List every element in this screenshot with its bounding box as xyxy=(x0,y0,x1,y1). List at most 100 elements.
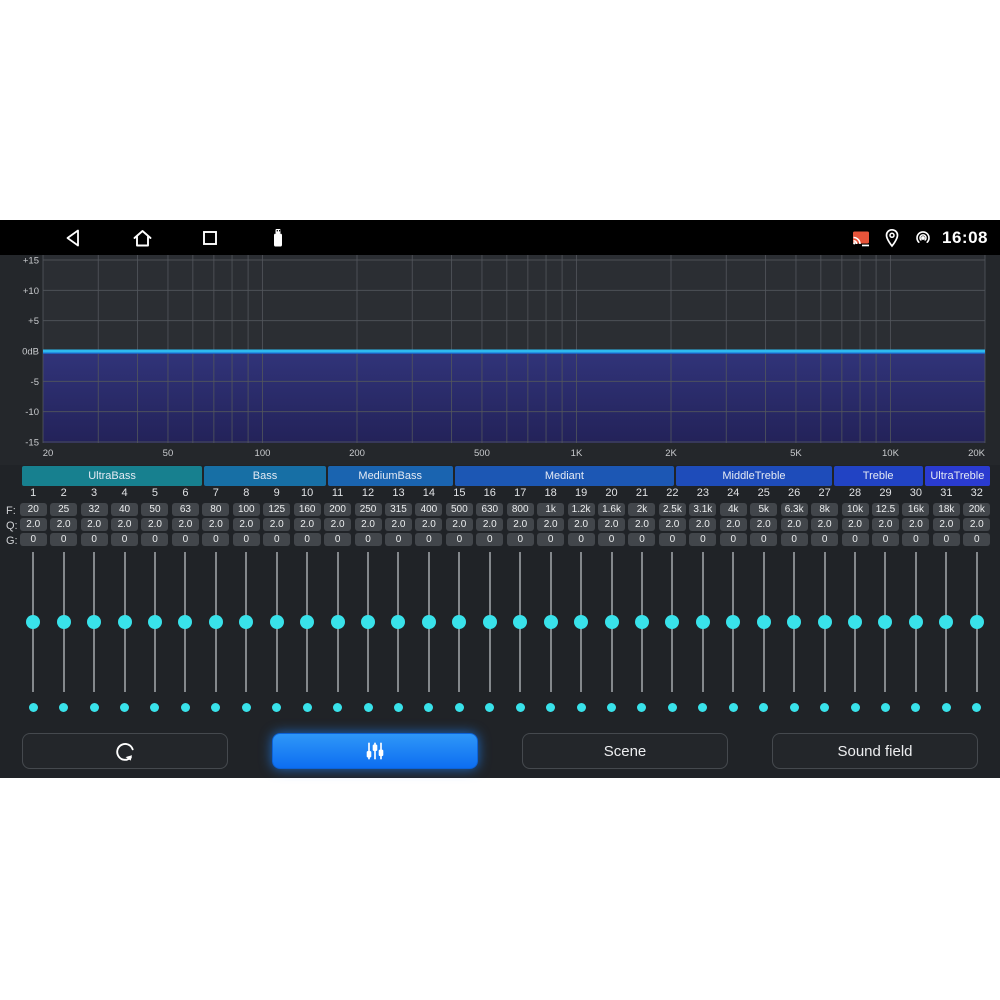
gain-slider[interactable] xyxy=(809,552,839,692)
freq-value-chip[interactable]: 630 xyxy=(476,503,503,516)
slider-knob[interactable] xyxy=(483,615,497,629)
q-value-chip[interactable]: 2.0 xyxy=(750,518,777,531)
gain-slider[interactable] xyxy=(535,552,565,692)
slider-knob[interactable] xyxy=(391,615,405,629)
band-segment-ultratreble[interactable]: UltraTreble xyxy=(925,466,990,486)
q-value-chip[interactable]: 2.0 xyxy=(598,518,625,531)
q-value-chip[interactable]: 2.0 xyxy=(628,518,655,531)
slider-knob[interactable] xyxy=(239,615,253,629)
q-value-chip[interactable]: 2.0 xyxy=(933,518,960,531)
slider-knob[interactable] xyxy=(939,615,953,629)
gain-slider[interactable] xyxy=(444,552,474,692)
slider-knob[interactable] xyxy=(300,615,314,629)
slider-knob[interactable] xyxy=(696,615,710,629)
gain-slider[interactable] xyxy=(749,552,779,692)
band-segment-mediumbass[interactable]: MediumBass xyxy=(328,466,453,486)
gain-slider[interactable] xyxy=(627,552,657,692)
q-value-chip[interactable]: 2.0 xyxy=(720,518,747,531)
gain-value-chip[interactable]: 0 xyxy=(385,533,412,546)
gain-value-chip[interactable]: 0 xyxy=(902,533,929,546)
slider-knob[interactable] xyxy=(726,615,740,629)
gain-slider[interactable] xyxy=(657,552,687,692)
gain-slider[interactable] xyxy=(566,552,596,692)
slider-knob[interactable] xyxy=(970,615,984,629)
slider-knob[interactable] xyxy=(118,615,132,629)
slider-knob[interactable] xyxy=(26,615,40,629)
sound-field-button[interactable]: Sound field xyxy=(772,733,978,769)
freq-value-chip[interactable]: 250 xyxy=(355,503,382,516)
freq-value-chip[interactable]: 18k xyxy=(933,503,960,516)
eq-button[interactable] xyxy=(272,733,478,769)
q-value-chip[interactable]: 2.0 xyxy=(294,518,321,531)
gain-value-chip[interactable]: 0 xyxy=(568,533,595,546)
freq-value-chip[interactable]: 63 xyxy=(172,503,199,516)
gain-value-chip[interactable]: 0 xyxy=(689,533,716,546)
slider-knob[interactable] xyxy=(452,615,466,629)
slider-knob[interactable] xyxy=(818,615,832,629)
freq-value-chip[interactable]: 40 xyxy=(111,503,138,516)
gain-slider[interactable] xyxy=(48,552,78,692)
gain-value-chip[interactable]: 0 xyxy=(141,533,168,546)
gain-value-chip[interactable]: 0 xyxy=(598,533,625,546)
q-value-chip[interactable]: 2.0 xyxy=(537,518,564,531)
q-value-chip[interactable]: 2.0 xyxy=(415,518,442,531)
gain-slider[interactable] xyxy=(231,552,261,692)
gain-slider[interactable] xyxy=(688,552,718,692)
slider-knob[interactable] xyxy=(209,615,223,629)
gain-value-chip[interactable]: 0 xyxy=(294,533,321,546)
gain-value-chip[interactable]: 0 xyxy=(628,533,655,546)
freq-value-chip[interactable]: 25 xyxy=(50,503,77,516)
q-value-chip[interactable]: 2.0 xyxy=(507,518,534,531)
q-value-chip[interactable]: 2.0 xyxy=(20,518,47,531)
freq-value-chip[interactable]: 10k xyxy=(842,503,869,516)
q-value-chip[interactable]: 2.0 xyxy=(476,518,503,531)
gain-slider[interactable] xyxy=(718,552,748,692)
q-value-chip[interactable]: 2.0 xyxy=(689,518,716,531)
freq-value-chip[interactable]: 5k xyxy=(750,503,777,516)
slider-knob[interactable] xyxy=(422,615,436,629)
slider-knob[interactable] xyxy=(148,615,162,629)
gain-slider[interactable] xyxy=(292,552,322,692)
slider-knob[interactable] xyxy=(574,615,588,629)
scene-button[interactable]: Scene xyxy=(522,733,728,769)
gain-value-chip[interactable]: 0 xyxy=(172,533,199,546)
gain-value-chip[interactable]: 0 xyxy=(933,533,960,546)
slider-knob[interactable] xyxy=(757,615,771,629)
gain-slider[interactable] xyxy=(140,552,170,692)
gain-slider[interactable] xyxy=(201,552,231,692)
gain-slider[interactable] xyxy=(414,552,444,692)
q-value-chip[interactable]: 2.0 xyxy=(842,518,869,531)
q-value-chip[interactable]: 2.0 xyxy=(811,518,838,531)
freq-value-chip[interactable]: 125 xyxy=(263,503,290,516)
gain-value-chip[interactable]: 0 xyxy=(781,533,808,546)
slider-knob[interactable] xyxy=(635,615,649,629)
freq-value-chip[interactable]: 200 xyxy=(324,503,351,516)
freq-value-chip[interactable]: 20 xyxy=(20,503,47,516)
q-value-chip[interactable]: 2.0 xyxy=(141,518,168,531)
slider-knob[interactable] xyxy=(87,615,101,629)
q-value-chip[interactable]: 2.0 xyxy=(355,518,382,531)
gain-value-chip[interactable]: 0 xyxy=(872,533,899,546)
freq-value-chip[interactable]: 4k xyxy=(720,503,747,516)
gain-value-chip[interactable]: 0 xyxy=(415,533,442,546)
gain-value-chip[interactable]: 0 xyxy=(50,533,77,546)
reset-button[interactable] xyxy=(22,733,228,769)
gain-value-chip[interactable]: 0 xyxy=(446,533,473,546)
q-value-chip[interactable]: 2.0 xyxy=(902,518,929,531)
gain-slider[interactable] xyxy=(170,552,200,692)
freq-value-chip[interactable]: 50 xyxy=(141,503,168,516)
slider-knob[interactable] xyxy=(270,615,284,629)
gain-value-chip[interactable]: 0 xyxy=(507,533,534,546)
q-value-chip[interactable]: 2.0 xyxy=(324,518,351,531)
gain-value-chip[interactable]: 0 xyxy=(476,533,503,546)
q-value-chip[interactable]: 2.0 xyxy=(659,518,686,531)
gain-slider[interactable] xyxy=(931,552,961,692)
slider-knob[interactable] xyxy=(361,615,375,629)
band-segment-bass[interactable]: Bass xyxy=(204,466,326,486)
freq-value-chip[interactable]: 315 xyxy=(385,503,412,516)
gain-value-chip[interactable]: 0 xyxy=(811,533,838,546)
slider-knob[interactable] xyxy=(909,615,923,629)
home-icon[interactable] xyxy=(130,226,154,250)
gain-value-chip[interactable]: 0 xyxy=(963,533,990,546)
gain-slider[interactable] xyxy=(870,552,900,692)
